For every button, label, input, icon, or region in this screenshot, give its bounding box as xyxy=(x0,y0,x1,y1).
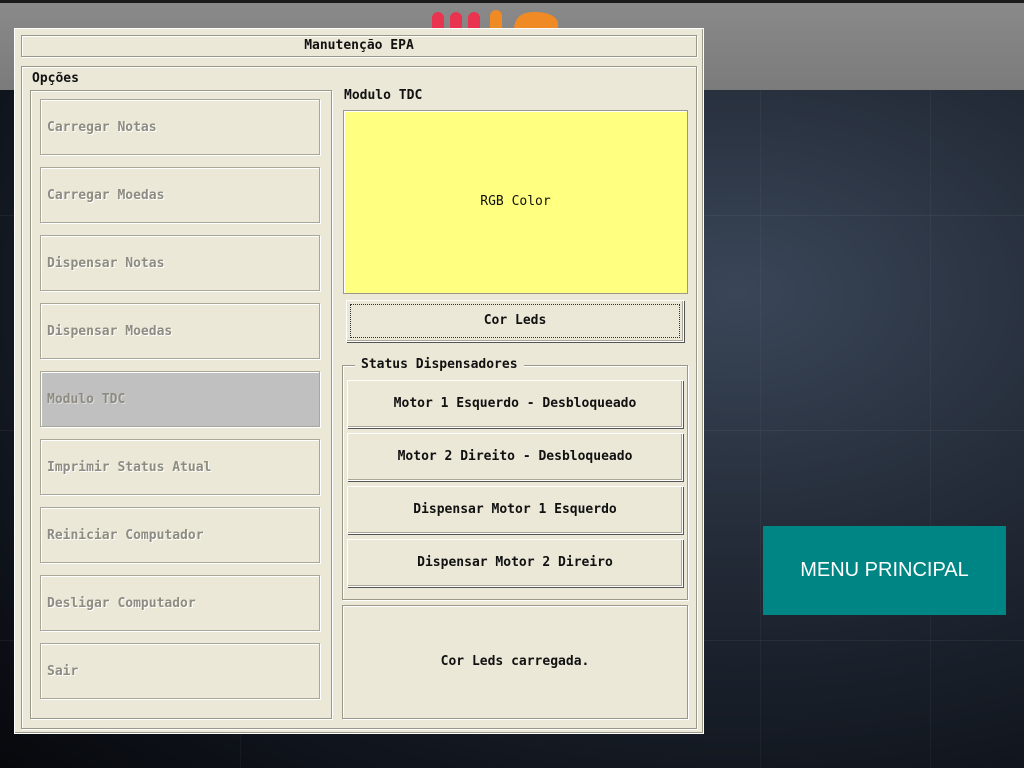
status-dispensadores-label: Status Dispensadores xyxy=(355,357,524,372)
options-group: Carregar Notas Carregar Moedas Dispensar… xyxy=(30,90,332,719)
option-desligar-computador[interactable]: Desligar Computador xyxy=(40,575,320,631)
rgb-color-swatch[interactable]: RGB Color xyxy=(343,110,688,294)
motor-1-status-button[interactable]: Motor 1 Esquerdo - Desbloqueado xyxy=(347,380,683,428)
focus-ring xyxy=(350,304,680,338)
motor-2-status-button[interactable]: Motor 2 Direito - Desbloqueado xyxy=(347,433,683,481)
dispense-motor-1-button[interactable]: Dispensar Motor 1 Esquerdo xyxy=(347,486,683,534)
dialog-body: Opções Carregar Notas Carregar Moedas Di… xyxy=(21,66,697,729)
dialog-title: Manutenção EPA xyxy=(21,35,697,57)
dispense-motor-2-button[interactable]: Dispensar Motor 2 Direiro xyxy=(347,539,683,587)
status-message: Cor Leds carregada. xyxy=(342,605,688,719)
option-carregar-moedas[interactable]: Carregar Moedas xyxy=(40,167,320,223)
menu-principal-button[interactable]: MENU PRINCIPAL xyxy=(763,526,1006,615)
option-imprimir-status-atual[interactable]: Imprimir Status Atual xyxy=(40,439,320,495)
cor-leds-button[interactable]: Cor Leds xyxy=(346,300,684,342)
options-label: Opções xyxy=(32,71,79,86)
brand-logo-icon xyxy=(432,10,558,30)
module-title: Modulo TDC xyxy=(344,88,423,103)
status-dispensadores-group: Motor 1 Esquerdo - Desbloqueado Motor 2 … xyxy=(342,365,688,600)
maintenance-dialog: Manutenção EPA Opções Carregar Notas Car… xyxy=(14,28,704,734)
option-dispensar-notas[interactable]: Dispensar Notas xyxy=(40,235,320,291)
option-sair[interactable]: Sair xyxy=(40,643,320,699)
option-modulo-tdc[interactable]: Modulo TDC xyxy=(40,371,320,427)
background-grid-line xyxy=(760,90,761,768)
option-dispensar-moedas[interactable]: Dispensar Moedas xyxy=(40,303,320,359)
background-grid-line xyxy=(930,90,931,768)
option-reiniciar-computador[interactable]: Reiniciar Computador xyxy=(40,507,320,563)
option-carregar-notas[interactable]: Carregar Notas xyxy=(40,99,320,155)
